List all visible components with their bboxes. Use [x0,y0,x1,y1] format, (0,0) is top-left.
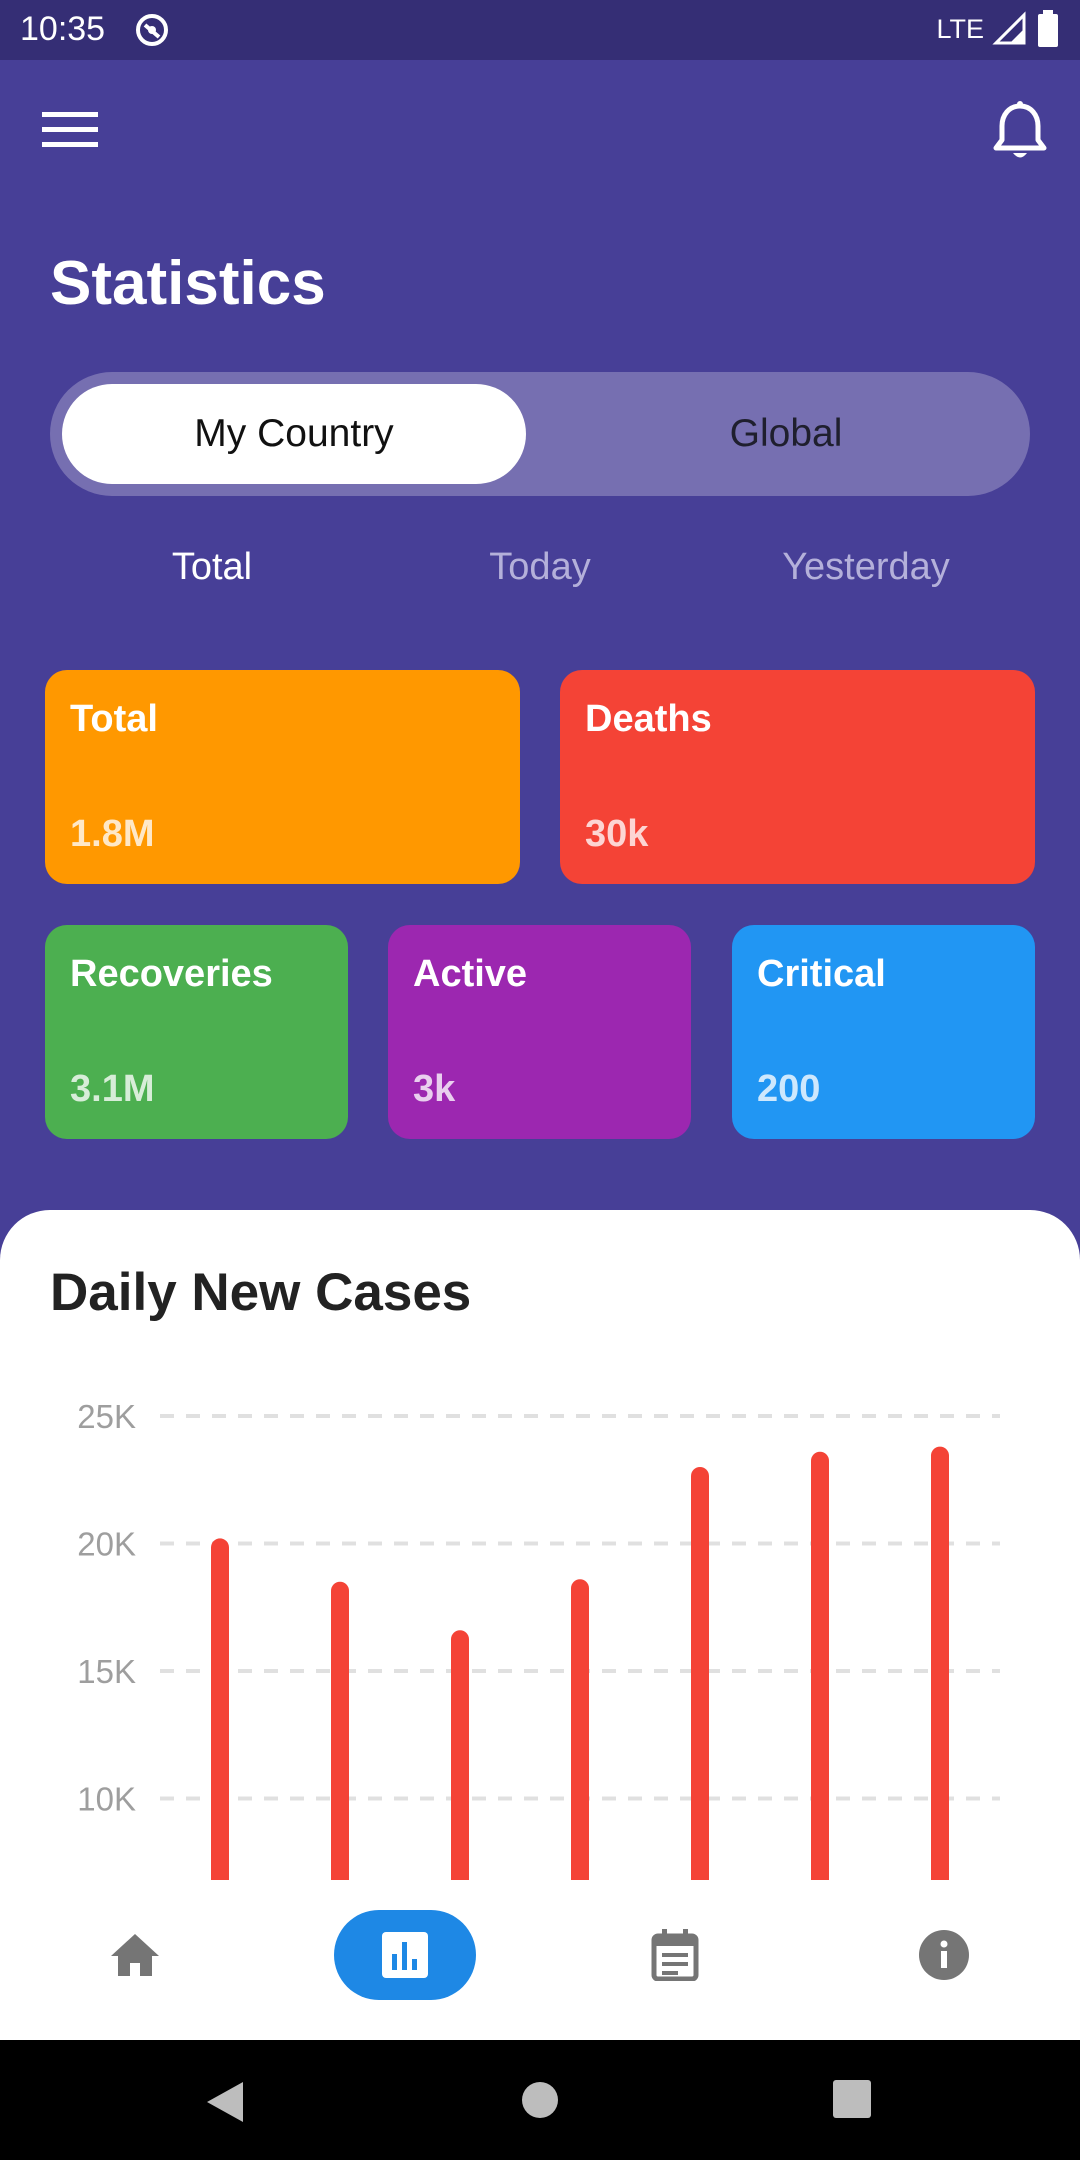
recents-icon[interactable] [833,2080,871,2118]
y-tick-label: 25K [77,1398,136,1435]
status-time: 10:35 [20,10,106,48]
scope-option-global[interactable]: Global [554,384,1018,484]
back-icon[interactable] [203,2080,245,2124]
stat-value: 1.8M [70,813,155,855]
stat-value: 30k [585,813,649,855]
bell-icon[interactable] [990,100,1050,164]
stat-label: Total [70,698,158,740]
period-tab-today[interactable]: Today [390,546,690,589]
stat-card-total[interactable]: Total 1.8M [45,670,520,884]
daily-cases-chart: 25K 20K 15K 10K [77,1398,1000,1880]
y-tick-label: 10K [77,1781,136,1818]
calendar-icon [651,1929,699,1981]
status-indicators: LTE [936,10,1060,48]
stat-value: 200 [757,1068,821,1110]
stat-card-active[interactable]: Active 3k [388,925,691,1139]
stat-card-deaths[interactable]: Deaths 30k [560,670,1035,884]
nav-calendar[interactable] [605,1910,745,2000]
chart-bar [331,1581,349,1880]
y-tick-label: 15K [77,1653,136,1690]
menu-icon[interactable] [42,108,98,152]
stat-label: Active [413,953,528,995]
chart-title: Daily New Cases [50,1263,472,1322]
chart-bar [211,1538,229,1880]
chart-bar [811,1451,829,1880]
nav-home[interactable] [65,1910,205,2000]
chart-bar [931,1446,949,1880]
stat-label: Critical [757,953,886,995]
chart-bar [691,1467,709,1880]
signal-icon [992,11,1026,45]
system-nav-bar [0,2040,1080,2160]
chart-bar [451,1630,469,1880]
stat-value: 3k [413,1068,456,1110]
period-tab-total[interactable]: Total [62,546,362,589]
stat-card-recoveries[interactable]: Recoveries 3.1M [45,925,348,1139]
bar-chart-icon [382,1932,428,1978]
chart-bar [571,1579,589,1880]
home-circle-icon[interactable] [520,2080,560,2120]
info-icon [919,1930,969,1980]
stat-label: Recoveries [70,953,273,995]
home-icon [111,1934,159,1976]
status-bar: 10:35 LTE [0,0,1080,60]
network-type: LTE [936,13,984,44]
nav-info[interactable] [874,1910,1014,2000]
app-screen: 10:35 LTE Statistics My Country Global T… [0,0,1080,2160]
app-notification-icon [136,14,168,46]
period-tab-yesterday[interactable]: Yesterday [716,546,1016,589]
stat-card-critical[interactable]: Critical 200 [732,925,1035,1139]
scope-option-my-country[interactable]: My Country [62,384,526,484]
battery-icon [1038,10,1058,47]
nav-statistics[interactable] [334,1910,476,2000]
scope-toggle: My Country Global [50,372,1030,496]
stat-label: Deaths [585,698,712,740]
bottom-nav [0,1880,1080,2040]
stat-value: 3.1M [70,1068,155,1110]
page-title: Statistics [50,249,326,318]
y-tick-label: 20K [77,1526,136,1563]
